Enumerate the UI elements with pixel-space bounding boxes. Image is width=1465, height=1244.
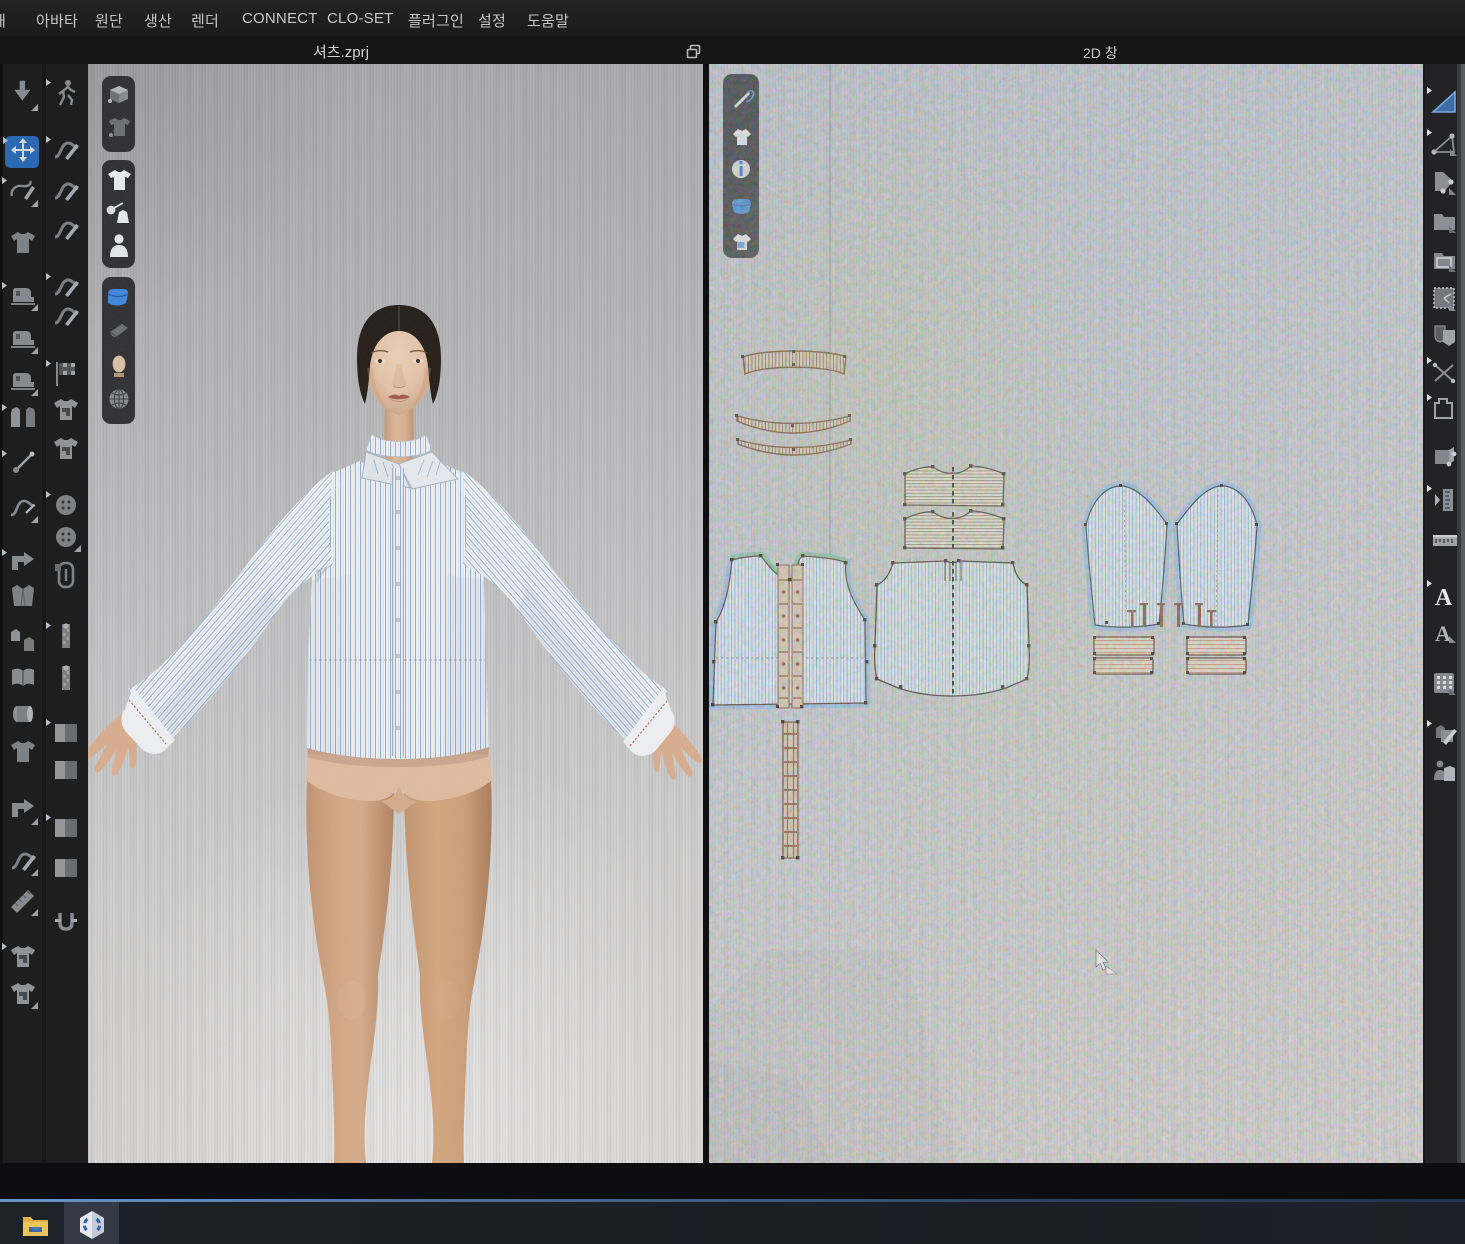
svg-text:A: A: [1435, 621, 1451, 646]
svg-text:A: A: [1435, 585, 1453, 611]
